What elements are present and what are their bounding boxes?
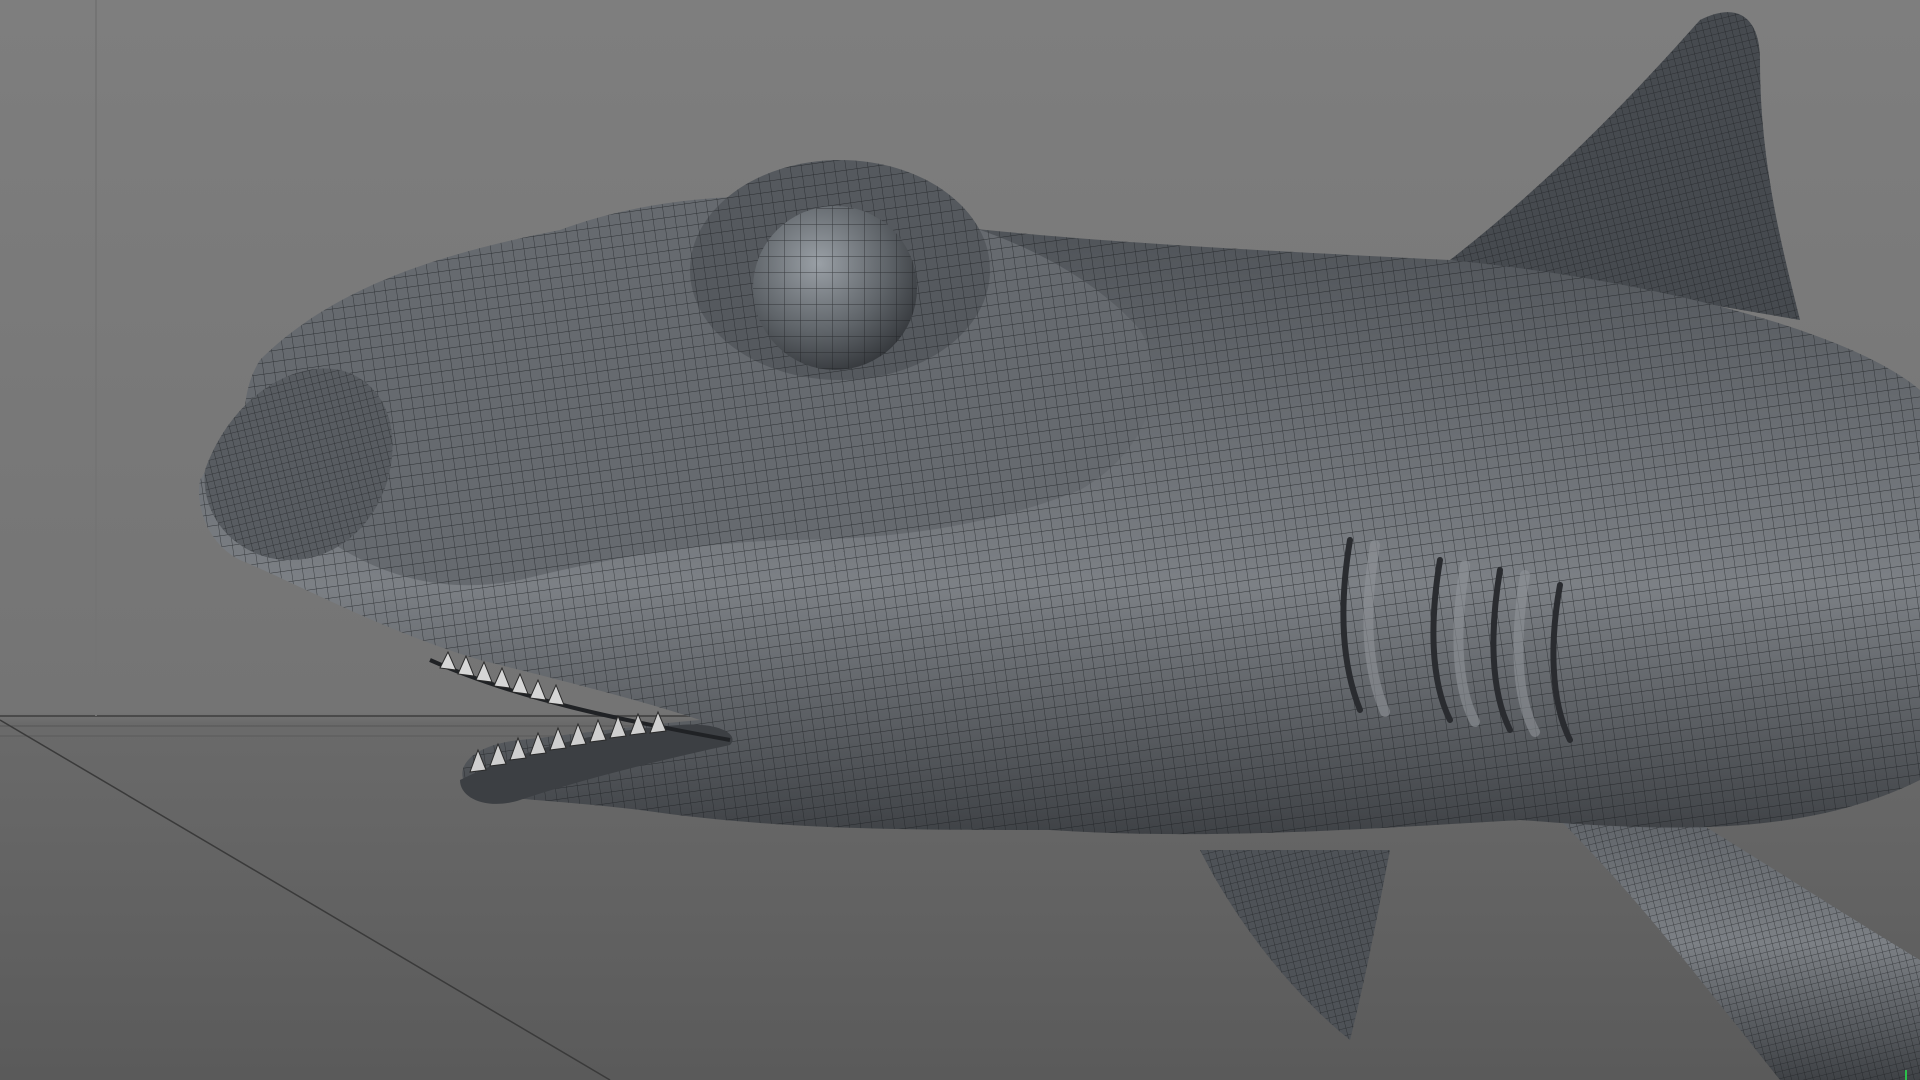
3d-viewport[interactable] xyxy=(0,0,1920,1080)
viewport-canvas[interactable] xyxy=(0,0,1920,1080)
